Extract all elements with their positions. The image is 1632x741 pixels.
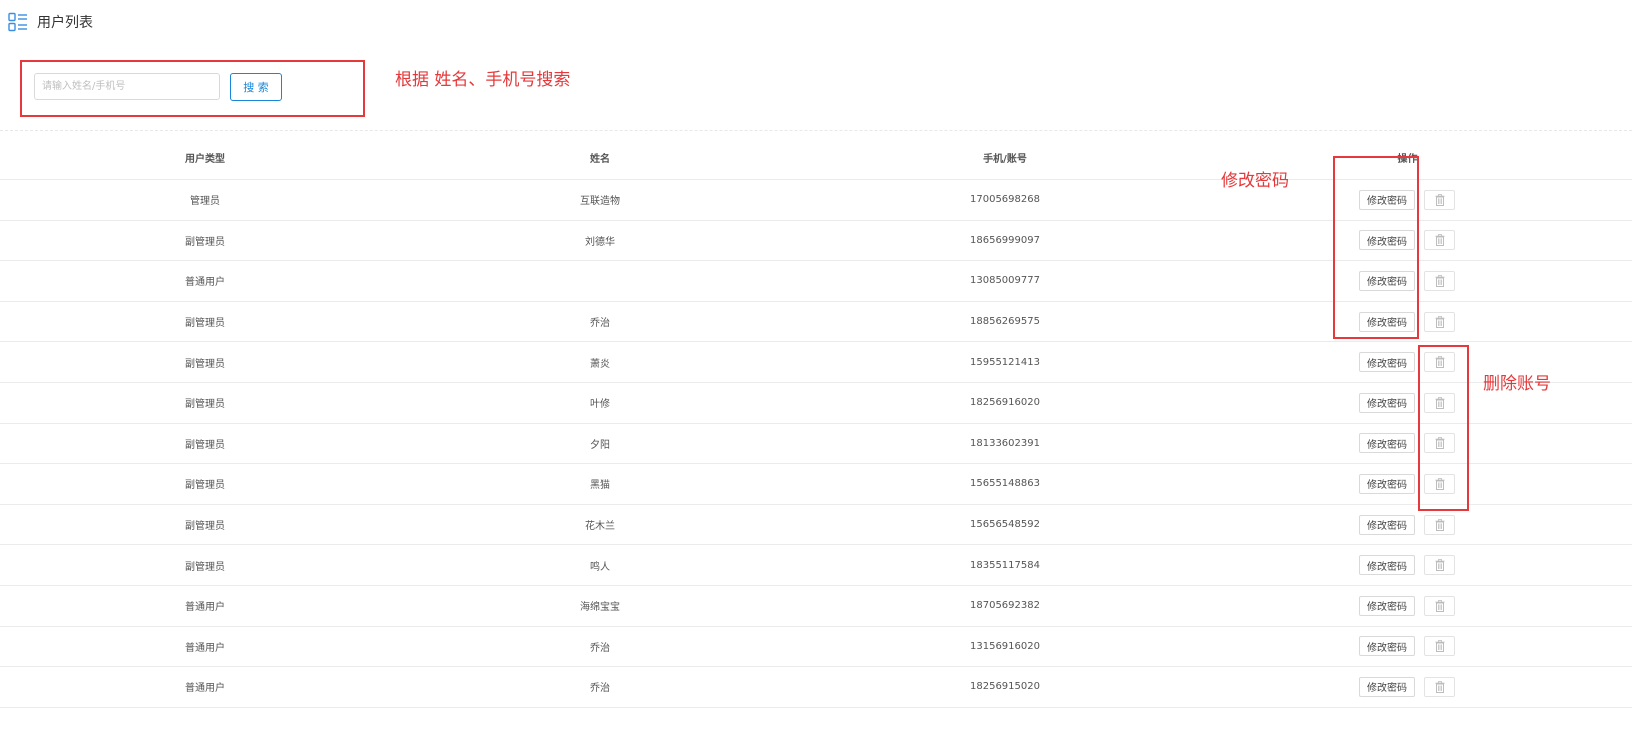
change-password-button[interactable]: 修改密码 (1359, 636, 1415, 657)
trash-icon (1435, 599, 1445, 612)
search-annotation-box (20, 60, 365, 117)
table-row: 副管理员 黑猫 15655148863 修改密码 (0, 464, 1632, 505)
cell-user-type: 副管理员 (185, 521, 225, 533)
delete-button[interactable] (1424, 311, 1455, 332)
table-row: 普通用户 海绵宝宝 18705692382 修改密码 (0, 586, 1632, 627)
page-title: 用户列表 (37, 15, 93, 31)
cell-name: 叶修 (590, 399, 610, 411)
cell-name: 夕阳 (590, 439, 610, 451)
cell-user-type: 普通用户 (185, 642, 225, 654)
delete-annotation-text: 删除账号 (1483, 374, 1551, 394)
delete-button[interactable] (1424, 189, 1455, 210)
delete-annotation-box (1418, 345, 1469, 511)
cell-name: 黑猫 (590, 480, 610, 492)
search-annotation-text: 根据 姓名、手机号搜索 (395, 70, 571, 90)
cell-user-type: 普通用户 (185, 602, 225, 614)
cell-user-type: 副管理员 (185, 358, 225, 370)
cell-user-type: 副管理员 (185, 318, 225, 330)
change-password-button[interactable]: 修改密码 (1359, 352, 1415, 373)
divider (0, 130, 1632, 131)
cell-name: 鸣人 (590, 561, 610, 573)
page: 用户列表 搜 索 根据 姓名、手机号搜索 用户类型 姓名 手机/账号 操作 管理… (0, 0, 1632, 741)
cell-user-type: 副管理员 (185, 480, 225, 492)
trash-icon (1435, 193, 1445, 206)
delete-button[interactable] (1424, 595, 1455, 616)
password-annotation-box (1333, 156, 1419, 339)
trash-icon (1435, 640, 1445, 653)
cell-name: 刘德华 (585, 236, 615, 248)
cell-user-type: 副管理员 (185, 439, 225, 451)
cell-name: 花木兰 (585, 521, 615, 533)
cell-name: 乔治 (590, 642, 610, 654)
cell-name: 萧炎 (590, 358, 610, 370)
cell-user-type: 副管理员 (185, 236, 225, 248)
cell-name: 互联造物 (580, 196, 620, 208)
cell-actions: 修改密码 (1359, 627, 1455, 667)
cell-user-type: 副管理员 (185, 561, 225, 573)
cell-phone: 18856269575 (970, 316, 1040, 328)
column-header-name: 姓名 (590, 153, 610, 165)
cell-phone: 18656999097 (970, 234, 1040, 246)
cell-phone: 18256915020 (970, 681, 1040, 693)
cell-phone: 13085009777 (970, 275, 1040, 287)
trash-icon (1435, 681, 1445, 693)
cell-user-type: 普通用户 (185, 683, 225, 695)
trash-icon (1435, 315, 1445, 328)
cell-phone: 15656548592 (970, 519, 1040, 531)
cell-phone: 15655148863 (970, 478, 1040, 490)
column-header-phone: 手机/账号 (983, 153, 1027, 165)
cell-actions: 修改密码 (1359, 586, 1455, 626)
list-icon (8, 12, 27, 32)
page-header: 用户列表 (8, 12, 93, 32)
trash-icon (1435, 518, 1445, 531)
cell-phone: 18705692382 (970, 600, 1040, 612)
change-password-button[interactable]: 修改密码 (1359, 392, 1415, 413)
trash-icon (1435, 275, 1445, 287)
cell-name: 乔治 (590, 683, 610, 695)
password-annotation-text: 修改密码 (1221, 171, 1289, 191)
cell-name: 乔治 (590, 318, 610, 330)
change-password-button[interactable]: 修改密码 (1359, 676, 1415, 697)
cell-user-type: 副管理员 (185, 399, 225, 411)
cell-phone: 17005698268 (970, 194, 1040, 206)
change-password-button[interactable]: 修改密码 (1359, 433, 1415, 454)
cell-phone: 15955121413 (970, 356, 1040, 368)
delete-button[interactable] (1424, 676, 1455, 697)
cell-phone: 13156916020 (970, 640, 1040, 652)
table-row: 副管理员 萧炎 15955121413 修改密码 (0, 342, 1632, 383)
table-row: 副管理员 鸣人 18355117584 修改密码 (0, 545, 1632, 586)
table-row: 普通用户 乔治 13156916020 修改密码 (0, 627, 1632, 668)
cell-name (500, 261, 700, 301)
cell-phone: 18133602391 (970, 437, 1040, 449)
trash-icon (1435, 234, 1445, 247)
change-password-button[interactable]: 修改密码 (1359, 595, 1415, 616)
trash-icon (1435, 559, 1445, 572)
table-row: 副管理员 夕阳 18133602391 修改密码 (0, 424, 1632, 465)
delete-button[interactable] (1424, 514, 1455, 535)
change-password-button[interactable]: 修改密码 (1359, 555, 1415, 576)
table-row: 副管理员 花木兰 15656548592 修改密码 (0, 505, 1632, 546)
cell-phone: 18355117584 (970, 559, 1040, 571)
table-row: 普通用户 乔治 18256915020 修改密码 (0, 667, 1632, 708)
table-row: 副管理员 叶修 18256916020 修改密码 (0, 383, 1632, 424)
delete-button[interactable] (1424, 636, 1455, 657)
cell-user-type: 普通用户 (185, 277, 225, 289)
cell-actions: 修改密码 (1359, 545, 1455, 585)
change-password-button[interactable]: 修改密码 (1359, 514, 1415, 535)
cell-actions: 修改密码 (1359, 667, 1455, 707)
cell-name: 海绵宝宝 (580, 602, 620, 614)
delete-button[interactable] (1424, 230, 1455, 251)
cell-phone: 18256916020 (970, 397, 1040, 409)
delete-button[interactable] (1424, 270, 1455, 291)
delete-button[interactable] (1424, 555, 1455, 576)
column-header-user-type: 用户类型 (185, 153, 225, 165)
cell-user-type: 管理员 (190, 196, 220, 208)
change-password-button[interactable]: 修改密码 (1359, 473, 1415, 494)
